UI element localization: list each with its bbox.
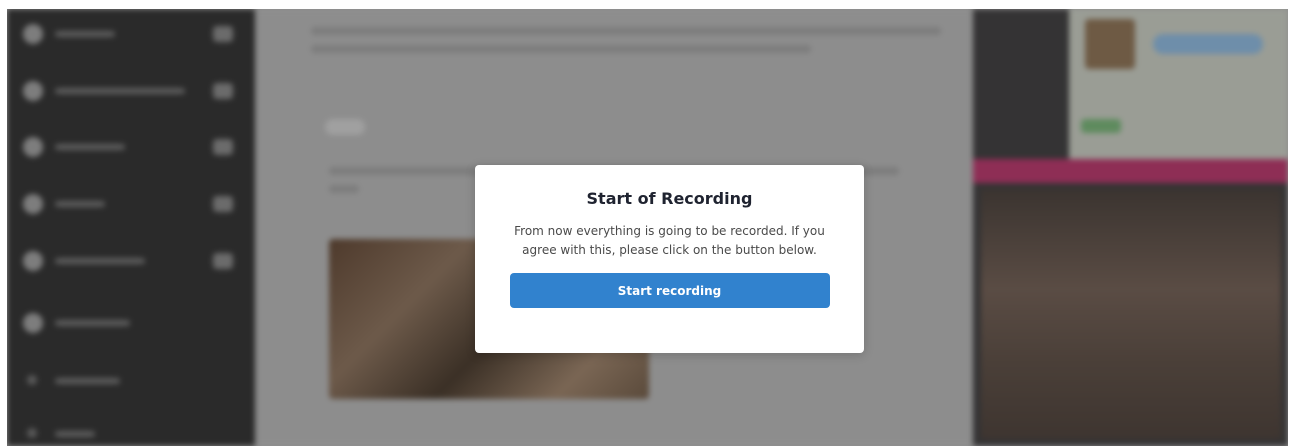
start-recording-button[interactable]: Start recording [509,273,830,308]
preview-bar [973,159,1288,183]
sidebar-item-icon [23,137,43,157]
video-preview [981,189,1281,439]
sidebar-item-toggle [213,26,233,42]
dialog-message: From now everything is going to be recor… [514,224,825,257]
text-line [311,27,941,35]
right-panel [973,9,1288,446]
sidebar-item[interactable] [7,14,255,54]
dialog-title: Start of Recording [586,189,753,208]
preview-badge [1081,119,1121,133]
tag-chip [325,119,365,135]
text-line [329,185,359,193]
preview-thumbnail [1085,19,1135,69]
sidebar-item[interactable] [7,361,255,401]
sidebar-item-label [55,144,125,150]
sidebar-item-label [55,431,95,437]
sidebar-item-toggle [213,253,233,269]
sidebar-item-label [55,31,115,37]
sidebar-item[interactable] [7,71,255,111]
sidebar-item-icon [23,313,43,333]
text-line [311,45,811,53]
sidebar-item[interactable] [7,241,255,281]
preview-button [1153,34,1263,54]
recording-consent-dialog: Start of Recording From now everything i… [475,165,864,353]
sidebar-item-icon [23,194,43,214]
sidebar-item-icon [27,375,37,385]
sidebar-item-label [55,88,185,94]
sidebar-item-icon [23,24,43,44]
sidebar-item-icon [23,81,43,101]
sidebar-item-label [55,258,145,264]
sidebar-item-icon [23,251,43,271]
sidebar-item-toggle [213,196,233,212]
sidebar [7,9,255,446]
sidebar-item-icon [27,428,37,438]
sidebar-item[interactable] [7,184,255,224]
sidebar-item[interactable] [7,414,255,446]
sidebar-item-label [55,201,105,207]
sidebar-item-toggle [213,83,233,99]
sidebar-item[interactable] [7,127,255,167]
sidebar-item[interactable] [7,303,255,343]
sidebar-item-label [55,378,120,384]
sidebar-item-toggle [213,139,233,155]
sidebar-item-label [55,320,130,326]
app-viewport: Start of Recording From now everything i… [7,9,1288,446]
